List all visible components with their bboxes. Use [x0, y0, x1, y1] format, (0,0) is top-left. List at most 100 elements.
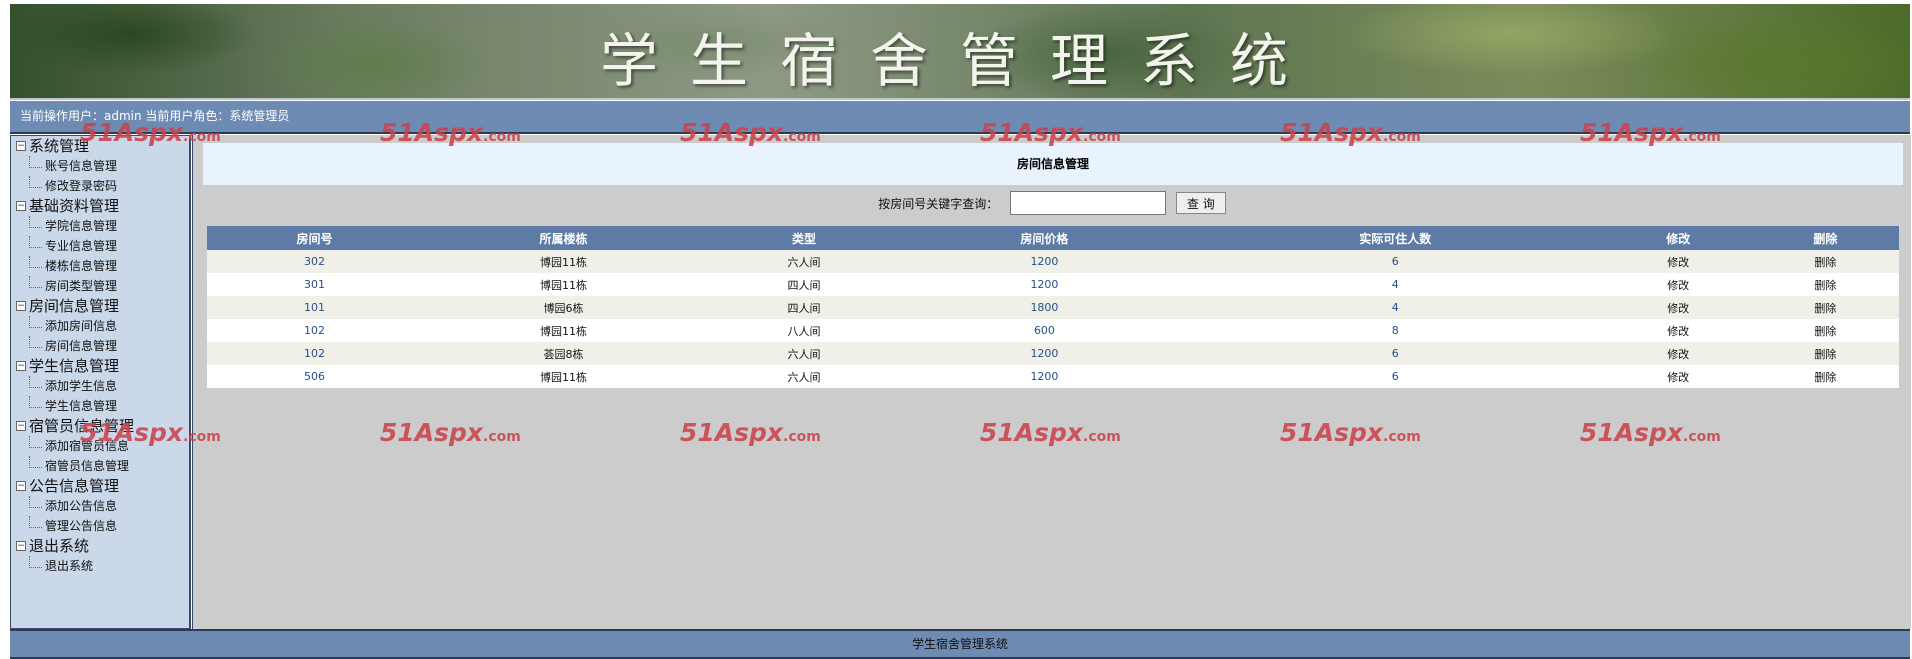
nav-group-title[interactable]: − 基础资料管理 [15, 196, 134, 216]
main-area: − 系统管理 账号信息管理 修改登录密码 − 基础资料管理 学院信息管理 专业信息管理 楼栋信息… [10, 135, 1911, 629]
tree-branch-line [29, 336, 42, 348]
collapse-icon[interactable]: − [16, 301, 26, 311]
collapse-icon[interactable]: − [16, 141, 26, 151]
nav-item[interactable]: 房间信息管理 [15, 336, 134, 356]
table-cell: 600 [902, 319, 1186, 342]
nav-group-title[interactable]: − 公告信息管理 [15, 476, 134, 496]
table-cell: 102 [207, 319, 423, 342]
nav-group: − 房间信息管理添加房间信息房间信息管理 [15, 296, 134, 356]
footer: 学生宿舍管理系统 [10, 629, 1910, 659]
table-cell: 博园11栋 [422, 250, 705, 273]
nav-item-label: 学生信息管理 [45, 399, 118, 413]
tree-branch-line [29, 156, 42, 168]
nav-group-title[interactable]: − 房间信息管理 [15, 296, 134, 316]
nav-item[interactable]: 楼栋信息管理 [15, 256, 134, 276]
room-table: 房间号 所属楼栋 类型 房间价格 实际可住人数 修改 删除 302 博园11栋 六人间 1200 6… [207, 226, 1899, 388]
edit-link[interactable]: 修改 [1604, 319, 1752, 342]
tree-branch-line [29, 556, 42, 568]
tree-branch-line [29, 216, 42, 228]
nav-item[interactable]: 宿管员信息管理 [15, 456, 134, 476]
nav-item[interactable]: 退出系统 [15, 556, 134, 576]
sidebar: − 系统管理 账号信息管理 修改登录密码 − 基础资料管理 学院信息管理 专业信息管理 楼栋信息… [10, 135, 191, 629]
tree-branch-line [29, 436, 42, 448]
nav-item[interactable]: 添加公告信息 [15, 496, 134, 516]
column-header: 实际可住人数 [1185, 226, 1605, 250]
table-cell: 6 [1185, 342, 1605, 365]
table-cell: 博园11栋 [422, 319, 705, 342]
nav-item[interactable]: 添加宿管员信息 [15, 436, 134, 456]
nav-group: − 系统管理账号信息管理 修改登录密码 [15, 136, 134, 196]
nav-item[interactable]: 专业信息管理 [15, 236, 134, 256]
column-header: 所属楼栋 [422, 226, 705, 250]
nav-item[interactable]: 添加房间信息 [15, 316, 134, 336]
collapse-icon[interactable]: − [16, 541, 26, 551]
nav-item[interactable]: 修改登录密码 [15, 176, 134, 196]
delete-link[interactable]: 删除 [1751, 250, 1899, 273]
nav-item[interactable]: 学院信息管理 [15, 216, 134, 236]
tree-branch-line [29, 176, 42, 188]
table-cell: 101 [207, 296, 423, 319]
nav-tree: − 系统管理 账号信息管理 修改登录密码 − 基础资料管理 学院信息管理 专业信息管理 楼栋信息… [15, 136, 134, 576]
search-label: 按房间号关键字查询： [878, 196, 999, 211]
nav-group-label: 宿管员信息管理 [29, 417, 135, 435]
nav-group-title[interactable]: − 宿管员信息管理 [15, 416, 134, 436]
nav-item-label: 房间类型管理 [45, 279, 118, 293]
edit-link[interactable]: 修改 [1604, 365, 1752, 388]
content-panel: 房间信息管理 按房间号关键字查询： 查 询 房间号 所属楼栋 类型 房间价格 实际可住人… [192, 135, 1911, 629]
tree-branch-line [29, 456, 42, 468]
nav-item-label: 账号信息管理 [45, 159, 118, 173]
nav-group: − 基础资料管理 学院信息管理 专业信息管理楼栋信息管理 房间类型管理 [15, 196, 134, 296]
room-number-search-input[interactable] [1010, 191, 1167, 215]
nav-item-label: 修改登录密码 [45, 179, 118, 193]
nav-group-label: 退出系统 [29, 537, 90, 555]
tree-branch-line [29, 256, 42, 268]
delete-link[interactable]: 删除 [1751, 342, 1899, 365]
nav-item[interactable]: 添加学生信息 [15, 376, 134, 396]
table-cell: 六人间 [704, 250, 903, 273]
nav-item[interactable]: 房间类型管理 [15, 276, 134, 296]
collapse-icon[interactable]: − [16, 421, 26, 431]
nav-item-label: 宿管员信息管理 [45, 459, 130, 473]
table-cell: 博园6栋 [422, 296, 705, 319]
tree-branch-line [29, 496, 42, 508]
tree-branch-line [29, 376, 42, 388]
table-cell: 301 [207, 273, 423, 296]
table-cell: 1200 [902, 273, 1186, 296]
nav-group-title[interactable]: − 学生信息管理 [15, 356, 134, 376]
search-row: 按房间号关键字查询： 查 询 [193, 191, 1911, 219]
app-frame: 学生宿舍管理系统 当前操作用户：admin 当前用户角色：系统管理员 − 系统管理… [10, 4, 1911, 659]
nav-item-label: 退出系统 [45, 559, 94, 573]
table-row: 301 博园11栋 四人间 1200 4 修改 删除 [207, 273, 1899, 296]
edit-link[interactable]: 修改 [1604, 296, 1752, 319]
table-cell: 1800 [902, 296, 1186, 319]
nav-item[interactable]: 账号信息管理 [15, 156, 134, 176]
collapse-icon[interactable]: − [16, 361, 26, 371]
nav-item[interactable]: 学生信息管理 [15, 396, 134, 416]
nav-item[interactable]: 管理公告信息 [15, 516, 134, 536]
nav-group: − 宿管员信息管理 添加宿管员信息 宿管员信息管理 [15, 416, 134, 476]
delete-link[interactable]: 删除 [1751, 319, 1899, 342]
edit-link[interactable]: 修改 [1604, 342, 1752, 365]
edit-link[interactable]: 修改 [1604, 273, 1752, 296]
delete-link[interactable]: 删除 [1751, 273, 1899, 296]
nav-group-label: 系统管理 [29, 137, 90, 155]
nav-group: − 学生信息管理 添加学生信息 学生信息管理 [15, 356, 134, 416]
nav-item-label: 添加房间信息 [45, 319, 118, 333]
table-cell: 六人间 [704, 342, 903, 365]
column-header: 修改 [1604, 226, 1752, 250]
table-cell: 四人间 [704, 296, 903, 319]
table-cell: 1200 [902, 342, 1186, 365]
search-button[interactable]: 查 询 [1175, 192, 1226, 214]
nav-group-label: 学生信息管理 [29, 357, 120, 375]
table-cell: 八人间 [704, 319, 903, 342]
collapse-icon[interactable]: − [16, 481, 26, 491]
nav-group-title[interactable]: − 退出系统 [15, 536, 134, 556]
delete-link[interactable]: 删除 [1751, 296, 1899, 319]
collapse-icon[interactable]: − [16, 201, 26, 211]
table-cell: 1200 [902, 250, 1186, 273]
edit-link[interactable]: 修改 [1604, 250, 1752, 273]
table-cell: 6 [1185, 250, 1605, 273]
delete-link[interactable]: 删除 [1751, 365, 1899, 388]
nav-group-title[interactable]: − 系统管理 [15, 136, 134, 156]
nav-item-label: 楼栋信息管理 [45, 259, 118, 273]
